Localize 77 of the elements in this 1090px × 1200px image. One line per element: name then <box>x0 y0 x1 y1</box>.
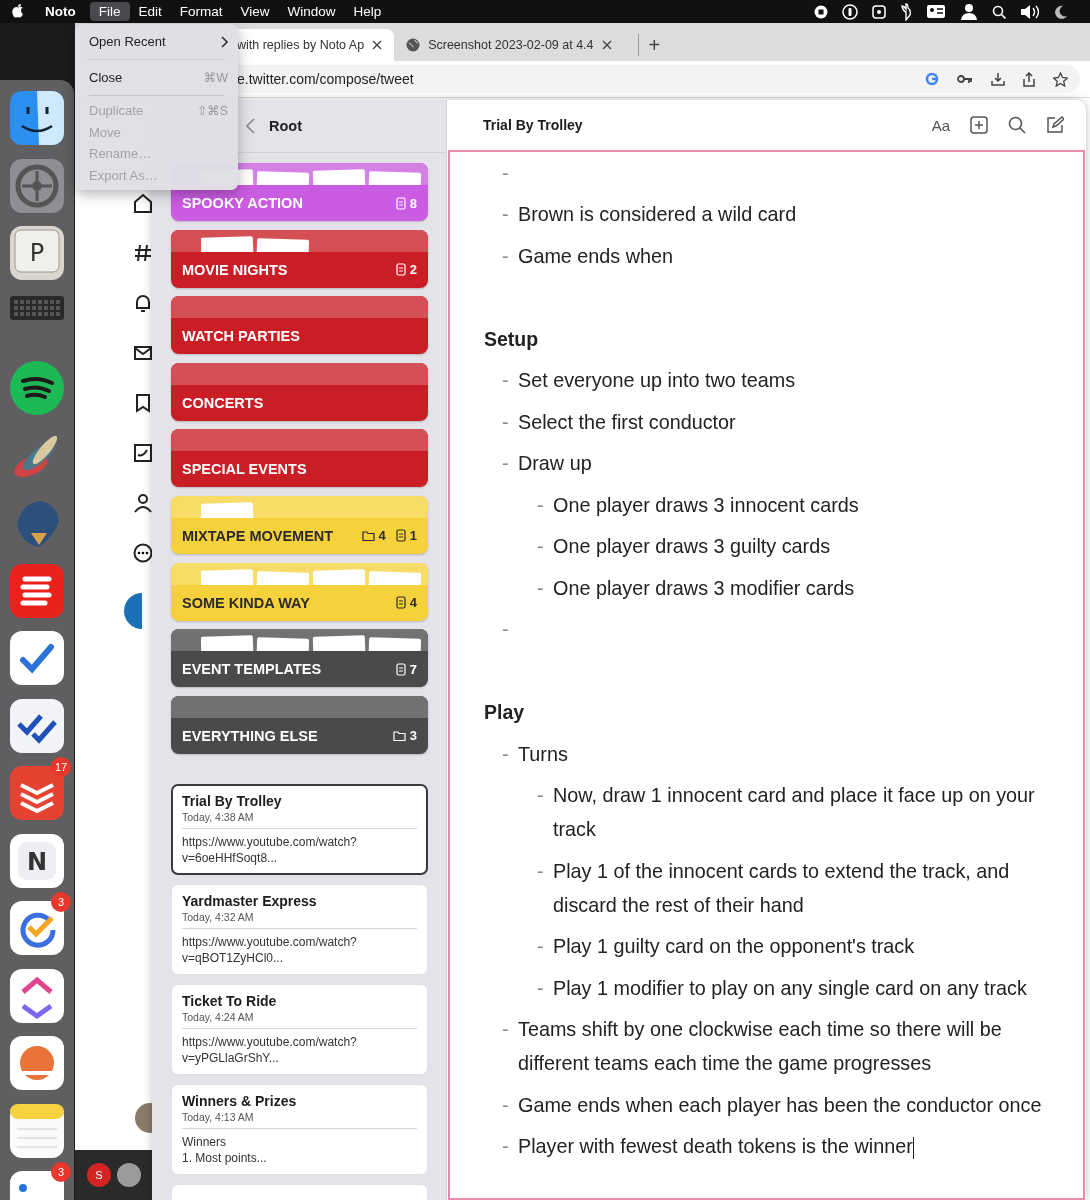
note-count: 2 <box>409 262 417 278</box>
bullet-text: Play 1 modifier to play on any single card on any track <box>553 976 1027 999</box>
bullet-text: One player draws 3 guilty cards <box>553 535 831 558</box>
note-date: Today, 4:13 AM <box>182 1110 255 1123</box>
note-preview: https://www.youtube.com/watch? <box>182 833 358 850</box>
bullet-dash: - <box>501 1017 510 1043</box>
notification-badge: 17 <box>51 757 71 777</box>
note-preview: https://www.youtube.com/watch? <box>182 933 358 950</box>
notebook-title: MIXTAPE MOVEMENT <box>182 527 335 544</box>
note-preview: https://www.youtube.com/watch? <box>182 1033 358 1050</box>
note-title: Trial By Trolley <box>483 117 584 133</box>
bullet-text: Draw up <box>518 452 592 475</box>
bullet-dash: - <box>501 368 510 394</box>
notification-badge: 3 <box>51 1162 71 1182</box>
bullet-dash: - <box>501 1092 510 1118</box>
note-preview: v=6oeHHfSoqt8... <box>182 849 279 866</box>
note-title: Yardmaster Express <box>182 892 318 909</box>
note-title: Ticket To Ride <box>182 992 278 1009</box>
bullet-dash: - <box>501 243 510 269</box>
note-preview: Winners <box>182 1133 227 1150</box>
note-title: Winners & Prizes <box>182 1092 298 1109</box>
folder-count: 3 <box>409 728 417 744</box>
note-preview: v=qBOT1ZyHCl0... <box>182 949 285 966</box>
bullet-text: Select the first conductor <box>518 410 736 433</box>
notebook-title: WATCH PARTIES <box>182 328 301 345</box>
note-date: Today, 4:38 AM <box>182 810 255 823</box>
note-date: Today, 4:24 AM <box>182 1010 255 1023</box>
bullet-dash: - <box>501 160 510 186</box>
bullet-dash: - <box>536 858 545 884</box>
bullet-dash: - <box>501 617 510 643</box>
notebook-title: EVENT TEMPLATES <box>182 661 323 678</box>
bullet-dash: - <box>536 934 545 960</box>
bullet-dash: - <box>536 534 545 560</box>
bullet-dash: - <box>536 492 545 518</box>
notification-badge: 3 <box>51 892 71 912</box>
note-count: 8 <box>409 195 417 211</box>
bullet-text: Game ends when each player has been the conductor once <box>518 1093 1042 1116</box>
bullet-text: Turns <box>518 742 568 765</box>
section-heading: Play <box>484 700 526 726</box>
bullet-text: Now, draw 1 innocent card and place it face up on your track <box>553 784 1035 841</box>
notebook-title: MOVIE NIGHTS <box>182 261 289 278</box>
note-title: Trial By Trolley <box>182 792 283 809</box>
bullet-text: Teams shift by one clockwise each time so there will be different teams each time the game progresses <box>518 1018 1002 1075</box>
note-count: 7 <box>409 661 417 677</box>
bullet-dash: - <box>501 409 510 435</box>
notebook-title: SPECIAL EVENTS <box>182 461 308 478</box>
letter-n-icon: N <box>9 832 65 889</box>
bullet-dash: - <box>536 783 545 809</box>
section-heading: Setup <box>484 326 540 352</box>
note-preview: 1. Most points... <box>182 1149 268 1166</box>
note-count: 1 <box>409 528 417 544</box>
notebook-title: SPOOKY ACTION <box>182 195 304 211</box>
sidebar-title: Root <box>269 118 302 134</box>
bullet-text: Brown is considered a wild card <box>518 203 797 226</box>
shortcut-label: ⇧⌘S <box>196 103 228 119</box>
bullet-dash: - <box>501 451 510 477</box>
bullet-text: Game ends when <box>518 244 674 267</box>
bullet-text: One player draws 3 innocent cards <box>553 493 859 516</box>
note-preview: v=yPGLlaGrShY... <box>182 1049 280 1066</box>
notebook-title: EVERYTHING ELSE <box>182 727 319 744</box>
notebook-title: CONCERTS <box>182 394 265 411</box>
bullet-dash: - <box>501 202 510 228</box>
bullet-text: Play 1 of the innocent cards to extend the track, and discard the rest of their hand <box>553 859 1010 916</box>
bullet-dash: - <box>501 1134 510 1160</box>
bullet-text: Set everyone up into two teams <box>518 369 796 392</box>
note-count: 4 <box>409 595 417 611</box>
shortcut-label: ⌘W <box>203 70 228 85</box>
bullet-dash: - <box>501 741 510 767</box>
key-icon: P <box>9 225 65 281</box>
note-date: Today, 4:32 AM <box>182 910 255 923</box>
bullet-text: One player draws 3 modifier cards <box>553 576 855 599</box>
bullet-text: Play 1 guilty card on the opponent's track <box>553 935 915 958</box>
bullet-text: Player with fewest death tokens is the winner <box>518 1135 913 1158</box>
folder-count: 4 <box>378 528 386 544</box>
bullet-dash: - <box>536 975 545 1001</box>
notebook-title: SOME KINDA WAY <box>182 594 311 611</box>
bullet-dash: - <box>536 575 545 601</box>
